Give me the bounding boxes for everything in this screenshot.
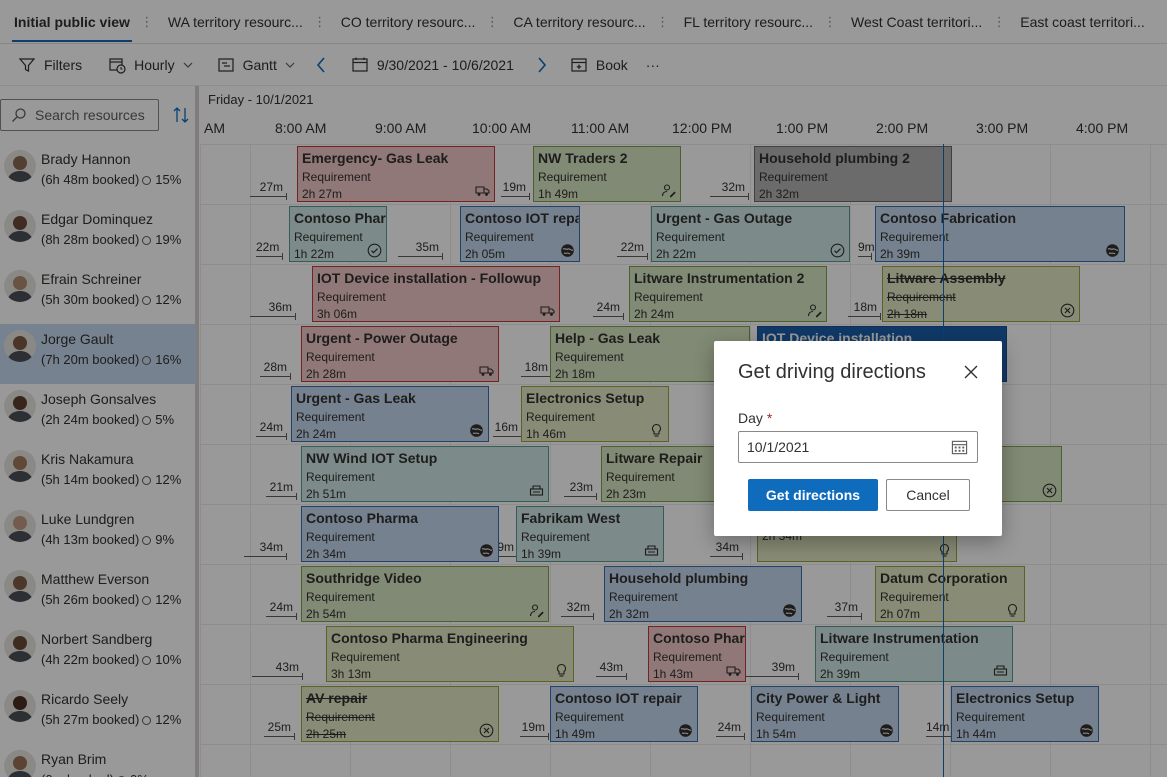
- required-indicator: *: [766, 410, 773, 426]
- dialog-title: Get driving directions: [738, 361, 926, 383]
- get-directions-button[interactable]: Get directions: [748, 479, 878, 511]
- cancel-button[interactable]: Cancel: [886, 479, 970, 511]
- day-date-input[interactable]: [738, 431, 978, 463]
- driving-directions-dialog: Get driving directions Day* Get directio…: [714, 341, 1002, 536]
- day-field-label: Day *: [738, 410, 772, 426]
- close-icon[interactable]: [962, 363, 980, 381]
- day-label-text: Day: [738, 410, 763, 426]
- calendar-icon[interactable]: [951, 439, 968, 456]
